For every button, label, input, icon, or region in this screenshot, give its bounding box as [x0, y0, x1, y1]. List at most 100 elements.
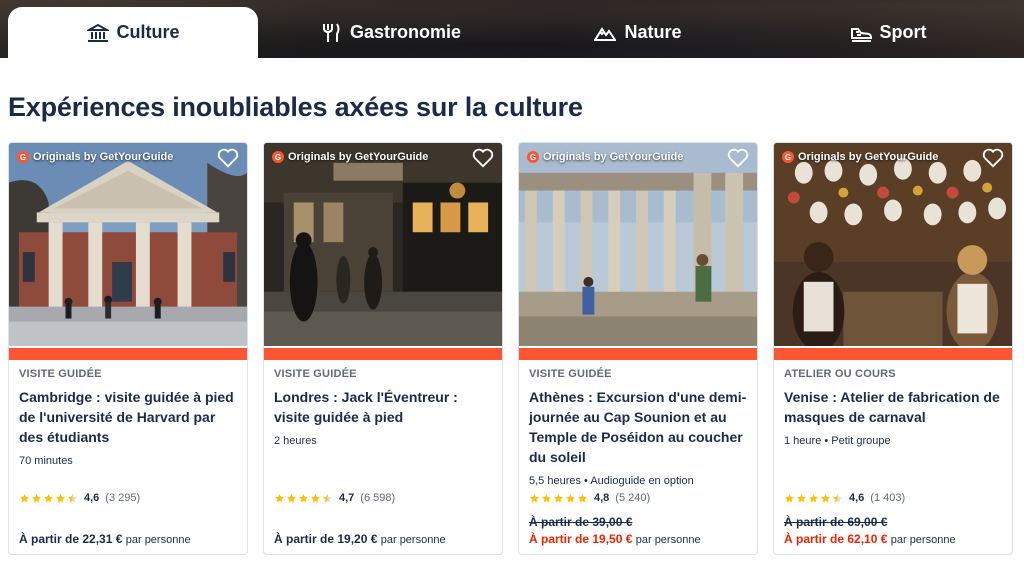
- star-full-icon: [55, 493, 66, 503]
- museum-icon: [86, 23, 109, 42]
- star-full-icon: [796, 493, 807, 503]
- activity-title[interactable]: Athènes : Excursion d'une demi-journée a…: [529, 387, 747, 467]
- tab-label: Culture: [116, 22, 180, 42]
- tab-nature[interactable]: Nature: [513, 7, 763, 58]
- badge-label: Originals by GetYourGuide: [288, 151, 429, 163]
- star-full-icon: [565, 493, 576, 503]
- activity-category: Visite guidée: [19, 368, 102, 380]
- badge-label: Originals by GetYourGuide: [33, 151, 174, 163]
- price-value: À partir de 22,31 €: [19, 532, 123, 546]
- per-person-label: par personne: [635, 534, 701, 546]
- star-half-icon: [67, 493, 78, 503]
- tab-culture[interactable]: Culture: [8, 7, 258, 58]
- activity-card[interactable]: G Originals by GetYourGuide Visite guidé…: [263, 142, 503, 555]
- activity-card[interactable]: G Originals by GetYourGuide Visite guidé…: [518, 142, 758, 555]
- activity-price: À partir de 19,50 € par personne: [529, 532, 701, 546]
- section-title: Expériences inoubliables axées sur la cu…: [8, 92, 583, 122]
- activity-meta: 2 heures: [274, 435, 317, 447]
- activity-rating: 4,8 (5 240): [529, 492, 650, 504]
- rating-value: 4,6: [849, 492, 865, 504]
- originals-badge: G Originals by GetYourGuide: [527, 151, 683, 163]
- star-full-icon: [310, 493, 321, 503]
- wishlist-heart-icon[interactable]: [727, 148, 749, 168]
- activity-price: À partir de 62,10 € par personne: [784, 532, 956, 546]
- rating-count: (5 240): [615, 492, 651, 504]
- orange-strip: [519, 348, 757, 360]
- star-full-icon: [577, 493, 588, 503]
- mountain-icon: [594, 26, 617, 41]
- wishlist-heart-icon[interactable]: [472, 148, 494, 168]
- badge-label: Originals by GetYourGuide: [798, 151, 939, 163]
- star-half-icon: [832, 493, 843, 503]
- activity-card[interactable]: G Originals by GetYourGuide Visite guidé…: [8, 142, 248, 555]
- star-full-icon: [808, 493, 819, 503]
- price-value: À partir de 19,20 €: [274, 532, 378, 546]
- rating-count: (1 403): [870, 492, 906, 504]
- star-full-icon: [274, 493, 285, 503]
- activity-meta: 1 heure • Petit groupe: [784, 435, 891, 447]
- orange-strip: [774, 348, 1012, 360]
- star-half-icon: [322, 493, 333, 503]
- rating-stars: [19, 493, 78, 504]
- rating-stars: [784, 493, 843, 504]
- star-full-icon: [820, 493, 831, 503]
- tab-label: Sport: [879, 22, 927, 42]
- activity-photo: G Originals by GetYourGuide: [9, 143, 247, 348]
- original-price: À partir de 39,00 €: [529, 515, 633, 529]
- originals-badge: G Originals by GetYourGuide: [272, 151, 428, 163]
- star-full-icon: [286, 493, 297, 503]
- activity-category: Visite guidée: [274, 368, 357, 380]
- cutlery-icon: [322, 22, 340, 42]
- wishlist-heart-icon[interactable]: [982, 148, 1004, 168]
- original-price: À partir de 69,00 €: [784, 515, 888, 529]
- activity-category: Atelier ou cours: [784, 368, 896, 380]
- star-full-icon: [43, 493, 54, 503]
- per-person-label: par personne: [380, 534, 446, 546]
- rating-value: 4,8: [594, 492, 610, 504]
- activity-category: Visite guidée: [529, 368, 612, 380]
- getyourguide-logo-icon: G: [782, 151, 794, 163]
- tab-label: Gastronomie: [349, 22, 462, 42]
- getyourguide-logo-icon: G: [272, 151, 284, 163]
- tab-sport[interactable]: Sport: [763, 7, 1013, 58]
- per-person-label: par personne: [890, 534, 956, 546]
- star-full-icon: [529, 493, 540, 503]
- rating-count: (6 598): [360, 492, 396, 504]
- activity-rating: 4,6 (1 403): [784, 492, 905, 504]
- activity-photo: G Originals by GetYourGuide: [264, 143, 502, 348]
- orange-strip: [264, 348, 502, 360]
- price-value: À partir de 62,10 €: [784, 532, 888, 546]
- star-full-icon: [784, 493, 795, 503]
- star-full-icon: [19, 493, 30, 503]
- rating-stars: [529, 493, 588, 504]
- activity-rating: 4,6 (3 295): [19, 492, 140, 504]
- price-value: À partir de 19,50 €: [529, 532, 633, 546]
- getyourguide-logo-icon: G: [527, 151, 539, 163]
- activity-title[interactable]: Londres : Jack l'Éventreur : visite guid…: [274, 387, 492, 427]
- rating-value: 4,6: [84, 492, 100, 504]
- star-full-icon: [541, 493, 552, 503]
- activity-meta: 5,5 heures • Audioguide en option: [529, 475, 694, 487]
- category-tabs-bar: Culture Gastronomie Nature Sport: [0, 0, 1024, 58]
- star-full-icon: [31, 493, 42, 503]
- originals-badge: G Originals by GetYourGuide: [17, 151, 173, 163]
- activity-card[interactable]: G Originals by GetYourGuide Atelier ou c…: [773, 142, 1013, 555]
- rating-count: (3 295): [105, 492, 141, 504]
- star-full-icon: [298, 493, 309, 503]
- activity-price: À partir de 19,20 € par personne: [274, 532, 446, 546]
- running-shoe-icon: [850, 27, 872, 42]
- activity-photo: G Originals by GetYourGuide: [774, 143, 1012, 348]
- per-person-label: par personne: [125, 534, 191, 546]
- wishlist-heart-icon[interactable]: [217, 148, 239, 168]
- activity-title[interactable]: Cambridge : visite guidée à pied de l'un…: [19, 387, 237, 447]
- star-full-icon: [553, 493, 564, 503]
- getyourguide-logo-icon: G: [17, 151, 29, 163]
- activity-title[interactable]: Venise : Atelier de fabrication de masqu…: [784, 387, 1002, 427]
- activity-meta: 70 minutes: [19, 455, 73, 467]
- activity-photo: G Originals by GetYourGuide: [519, 143, 757, 348]
- activity-price: À partir de 22,31 € par personne: [19, 532, 191, 546]
- rating-value: 4,7: [339, 492, 355, 504]
- activity-rating: 4,7 (6 598): [274, 492, 395, 504]
- tab-gastronomie[interactable]: Gastronomie: [268, 7, 513, 58]
- badge-label: Originals by GetYourGuide: [543, 151, 684, 163]
